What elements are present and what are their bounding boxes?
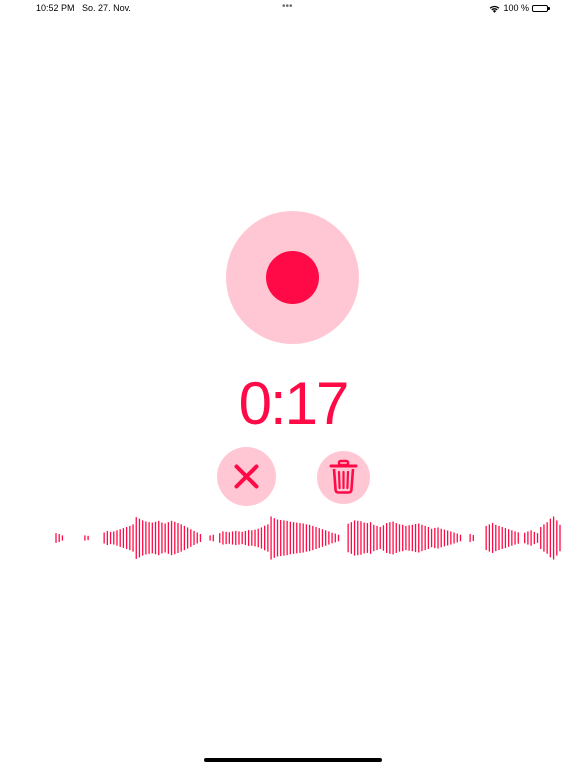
battery-icon: [532, 4, 550, 12]
voice-recorder-screen: 10:52 PM So. 27. Nov. ••• 100 % 0:17: [0, 0, 576, 768]
status-time: 10:52 PM: [36, 3, 75, 13]
status-time-date: 10:52 PM So. 27. Nov.: [36, 3, 131, 13]
status-bar: 10:52 PM So. 27. Nov. ••• 100 %: [0, 0, 576, 18]
multitasking-dots-icon[interactable]: •••: [282, 1, 293, 12]
battery-percent: 100 %: [503, 3, 529, 13]
x-mark-icon: [234, 464, 259, 489]
home-indicator[interactable]: [204, 758, 382, 762]
record-button[interactable]: [226, 211, 359, 344]
status-date: So. 27. Nov.: [82, 3, 131, 13]
wifi-icon: [490, 5, 500, 13]
trash-icon: [329, 459, 358, 494]
delete-button[interactable]: [317, 451, 370, 504]
audio-waveform: [55, 516, 561, 560]
record-dot-icon: [266, 251, 319, 304]
status-indicators: 100 %: [489, 2, 550, 14]
cancel-button[interactable]: [217, 447, 276, 506]
elapsed-time: 0:17: [238, 370, 350, 437]
